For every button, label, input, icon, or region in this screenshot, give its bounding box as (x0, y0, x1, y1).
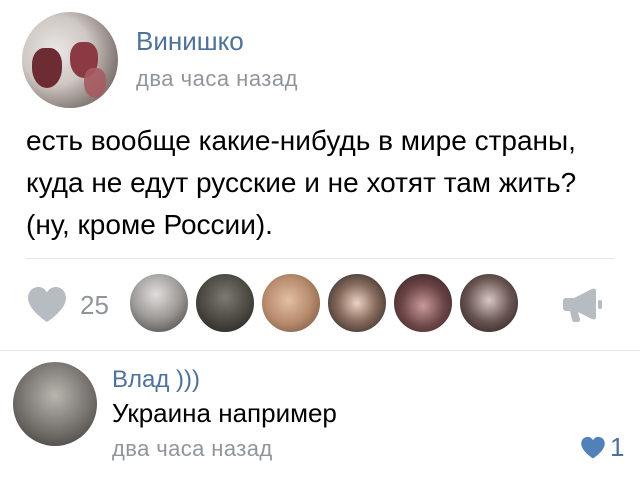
group-name-link[interactable]: Винишко (136, 26, 244, 57)
liker-avatar[interactable] (458, 272, 520, 334)
group-avatar[interactable] (22, 12, 118, 108)
comment-author-link[interactable]: Влад ))) (112, 366, 200, 394)
liker-avatar[interactable] (128, 272, 190, 334)
post-text: есть вообще какие-нибудь в мире страны, … (26, 125, 577, 240)
comment-timestamp: два часа назад (112, 436, 273, 461)
avatar-image-detail (84, 68, 106, 98)
avatar-image-detail (32, 48, 62, 88)
divider (26, 258, 614, 259)
liker-avatar[interactable] (392, 272, 454, 334)
divider (0, 350, 640, 351)
comment-likes-count[interactable]: 1 (610, 432, 624, 463)
liker-avatar[interactable] (326, 272, 388, 334)
heart-icon[interactable] (26, 286, 68, 324)
post-card: Винишко два часа назад есть вообще какие… (0, 0, 640, 350)
liker-avatar[interactable] (194, 272, 256, 334)
heart-icon[interactable] (580, 436, 606, 460)
liker-avatar[interactable] (260, 272, 322, 334)
post-timestamp[interactable]: два часа назад (136, 66, 298, 92)
comment-author-avatar[interactable] (13, 362, 97, 446)
likes-count[interactable]: 25 (80, 290, 109, 321)
comment-text: Украина например (112, 398, 337, 428)
megaphone-icon[interactable] (562, 286, 604, 322)
